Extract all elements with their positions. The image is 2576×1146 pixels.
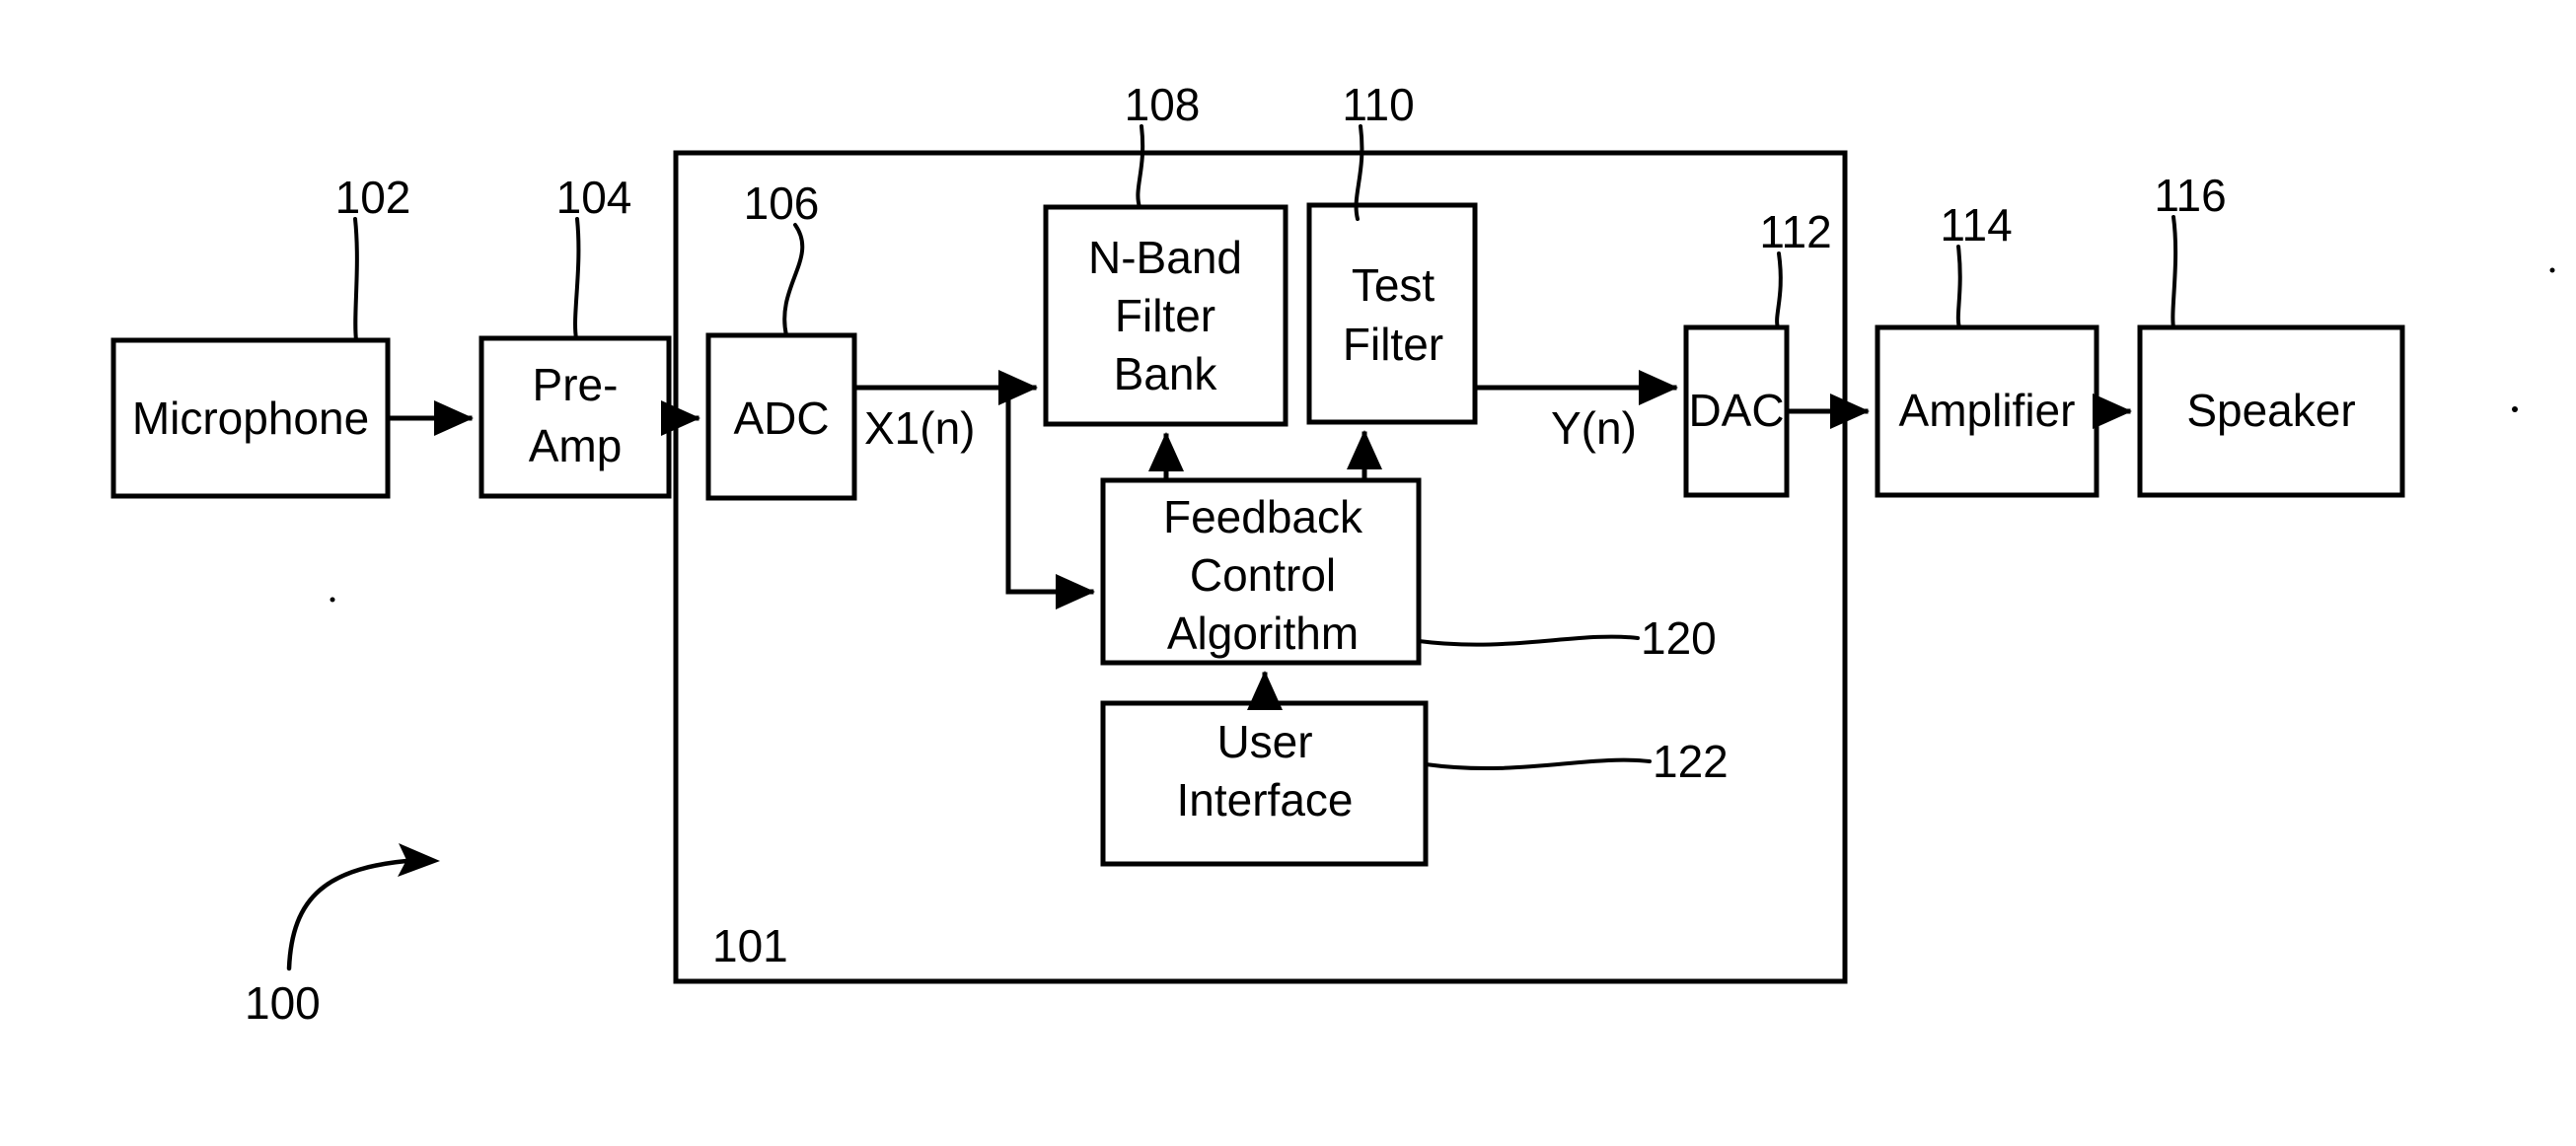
amplifier-label: Amplifier — [1899, 385, 2076, 436]
leader-114 — [1955, 245, 1962, 329]
test-filter-block[interactable] — [1306, 202, 1478, 425]
reference-number-102: 102 — [335, 172, 411, 223]
dac-label: DAC — [1688, 385, 1784, 436]
user-interface-label-line2: Interface — [1177, 774, 1354, 825]
reference-number-110: 110 — [1342, 79, 1414, 130]
scan-speck — [330, 597, 335, 603]
speaker-label: Speaker — [2186, 385, 2355, 436]
signal-label-x1n: X1(n) — [864, 402, 975, 454]
test-filter-label-line1: Test — [1352, 259, 1435, 311]
user-interface-label-line1: User — [1216, 716, 1312, 767]
feedback-label-line1: Feedback — [1163, 491, 1363, 542]
reference-number-106: 106 — [744, 178, 820, 229]
reference-number-120: 120 — [1641, 612, 1717, 664]
reference-number-114: 114 — [1940, 199, 2012, 251]
leader-102 — [353, 217, 359, 342]
leader-106 — [782, 223, 805, 337]
leader-104 — [573, 217, 581, 340]
adc-label: ADC — [733, 393, 829, 444]
reference-number-122: 122 — [1653, 736, 1729, 787]
figure-canvas: Microphone Pre- Amp ADC N-Band Filter Ba… — [0, 0, 2576, 1146]
leader-120 — [1417, 634, 1640, 647]
leader-108 — [1136, 124, 1145, 209]
scan-speck — [2512, 406, 2518, 412]
pre-amp-label-line2: Amp — [529, 420, 623, 471]
leader-116 — [2171, 215, 2178, 329]
filter-bank-label-line2: Filter — [1115, 290, 1215, 341]
signal-label-yn: Y(n) — [1551, 402, 1637, 454]
reference-number-108: 108 — [1125, 79, 1201, 130]
pre-amp-label-line1: Pre- — [533, 359, 619, 410]
feedback-label-line2: Control — [1190, 549, 1336, 601]
reference-number-104: 104 — [556, 172, 632, 223]
leader-112 — [1775, 251, 1783, 329]
reference-number-112: 112 — [1759, 206, 1831, 257]
block-diagram: Microphone Pre- Amp ADC N-Band Filter Ba… — [110, 79, 2555, 1029]
feedback-label-line3: Algorithm — [1167, 608, 1359, 659]
filter-bank-label-line3: Bank — [1114, 348, 1218, 399]
reference-number-116: 116 — [2154, 170, 2226, 221]
reference-number-100: 100 — [245, 977, 321, 1029]
scan-speck — [2549, 267, 2555, 273]
test-filter-label-line2: Filter — [1343, 319, 1443, 370]
leader-122 — [1424, 757, 1652, 771]
reference-number-101: 101 — [712, 920, 788, 971]
system-pointer-arrow — [286, 857, 422, 971]
filter-bank-label-line1: N-Band — [1088, 232, 1242, 283]
microphone-label: Microphone — [132, 393, 369, 444]
